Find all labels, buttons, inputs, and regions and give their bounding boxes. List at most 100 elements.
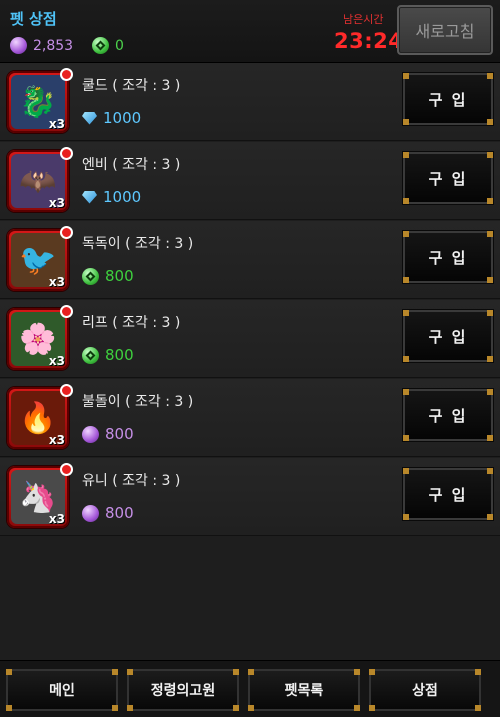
item-quantity: x3: [48, 196, 65, 210]
timer-label: 남은시간: [343, 13, 384, 26]
button-corner: [127, 669, 133, 675]
buy-button-label: 구 입: [428, 248, 468, 267]
buy-button[interactable]: 구 입: [402, 467, 494, 521]
refresh-button[interactable]: 새로고침: [397, 5, 493, 55]
button-corner: [354, 669, 360, 675]
purple-orb-icon: [82, 504, 99, 522]
pet-icon-frame[interactable]: 🐉 x3: [7, 68, 73, 133]
button-corner: [233, 669, 239, 675]
nav-pet-list-button[interactable]: 펫목록: [248, 669, 360, 711]
pet-icon-frame[interactable]: 🦄 x3: [7, 463, 73, 528]
button-corner: [127, 705, 133, 711]
diamond-icon: [82, 190, 97, 204]
item-name: 독독이 ( 조각 : 3 ): [82, 236, 194, 252]
button-corner: [6, 669, 12, 675]
purple-orb-icon: [82, 425, 99, 443]
buy-button[interactable]: 구 입: [402, 309, 494, 363]
item-price: 800: [82, 425, 134, 443]
shop-header: 펫 상점 2,853 0 남은시간 23:24 새로고침: [0, 0, 500, 63]
item-price-value: 1000: [103, 109, 142, 127]
item-price-value: 800: [105, 425, 134, 443]
shop-item-row: 🐉 x3 쿨드 ( 조각 : 3 ) 1000 구 입: [0, 63, 500, 141]
item-quantity: x3: [48, 275, 65, 289]
green-currency-amount: 0: [115, 37, 124, 54]
buy-button[interactable]: 구 입: [402, 230, 494, 284]
button-corner: [403, 198, 409, 204]
button-corner: [403, 231, 409, 237]
buy-button-label: 구 입: [428, 406, 468, 425]
button-corner: [487, 435, 493, 441]
button-corner: [403, 277, 409, 283]
item-name: 엔비 ( 조각 : 3 ): [82, 157, 181, 173]
pet-icon-frame[interactable]: 🦇 x3: [7, 147, 73, 212]
buy-button-label: 구 입: [428, 327, 468, 346]
button-corner: [112, 705, 118, 711]
button-corner: [403, 514, 409, 520]
button-corner: [487, 468, 493, 474]
button-corner: [487, 119, 493, 125]
button-corner: [112, 669, 118, 675]
item-price: 800: [82, 346, 134, 364]
button-corner: [403, 73, 409, 79]
item-price: 1000: [82, 188, 141, 206]
purple-currency-amount: 2,853: [33, 37, 74, 54]
green-orb-icon: [82, 267, 99, 285]
button-corner: [487, 277, 493, 283]
button-corner: [475, 669, 481, 675]
button-corner: [487, 389, 493, 395]
item-price-value: 1000: [103, 188, 142, 206]
button-corner: [487, 514, 493, 520]
bottom-nav: 메인 정령의고원 펫목록 상점: [0, 660, 500, 717]
item-price-value: 800: [105, 346, 134, 364]
shop-item-row: 🐦 x3 독독이 ( 조각 : 3 ) 800 구 입: [0, 221, 500, 299]
shop-item-row: 🦇 x3 엔비 ( 조각 : 3 ) 1000 구 입: [0, 142, 500, 220]
button-corner: [403, 468, 409, 474]
item-price: 1000: [82, 109, 141, 127]
green-orb-icon: [82, 346, 99, 364]
notification-badge-icon: [60, 68, 73, 81]
item-name: 쿨드 ( 조각 : 3 ): [82, 78, 181, 94]
notification-badge-icon: [60, 147, 73, 160]
nav-shop-button[interactable]: 상점: [369, 669, 481, 711]
item-name: 불돌이 ( 조각 : 3 ): [82, 394, 194, 410]
green-orb-icon: [92, 37, 109, 54]
nav-spirit-plateau-button[interactable]: 정령의고원: [127, 669, 239, 711]
button-corner: [487, 73, 493, 79]
item-quantity: x3: [48, 433, 65, 447]
button-corner: [487, 231, 493, 237]
button-corner: [6, 705, 12, 711]
refresh-timer: 23:24: [334, 29, 404, 53]
green-currency: 0: [92, 37, 124, 54]
button-corner: [403, 152, 409, 158]
item-name: 유니 ( 조각 : 3 ): [82, 473, 181, 489]
item-price-value: 800: [105, 267, 134, 285]
shop-item-list: 🐉 x3 쿨드 ( 조각 : 3 ) 1000 구 입 🦇 x3 엔비 ( 조각…: [0, 63, 500, 537]
button-corner: [403, 119, 409, 125]
button-corner: [403, 389, 409, 395]
purple-orb-icon: [10, 37, 27, 54]
pet-icon-frame[interactable]: 🔥 x3: [7, 384, 73, 449]
item-quantity: x3: [48, 354, 65, 368]
buy-button-label: 구 입: [428, 169, 468, 188]
shop-item-row: 🦄 x3 유니 ( 조각 : 3 ) 800 구 입: [0, 458, 500, 536]
button-corner: [403, 356, 409, 362]
nav-main-button[interactable]: 메인: [6, 669, 118, 711]
button-corner: [487, 152, 493, 158]
buy-button[interactable]: 구 입: [402, 388, 494, 442]
button-corner: [354, 705, 360, 711]
button-corner: [487, 198, 493, 204]
button-corner: [369, 705, 375, 711]
page-title: 펫 상점: [10, 10, 57, 28]
buy-button-label: 구 입: [428, 90, 468, 109]
buy-button[interactable]: 구 입: [402, 72, 494, 126]
pet-icon-frame[interactable]: 🐦 x3: [7, 226, 73, 291]
pet-icon-frame[interactable]: 🌸 x3: [7, 305, 73, 370]
notification-badge-icon: [60, 305, 73, 318]
diamond-icon: [82, 111, 97, 125]
shop-item-row: 🔥 x3 불돌이 ( 조각 : 3 ) 800 구 입: [0, 379, 500, 457]
buy-button[interactable]: 구 입: [402, 151, 494, 205]
purple-currency: 2,853: [10, 37, 73, 54]
button-corner: [248, 705, 254, 711]
button-corner: [403, 310, 409, 316]
notification-badge-icon: [60, 226, 73, 239]
